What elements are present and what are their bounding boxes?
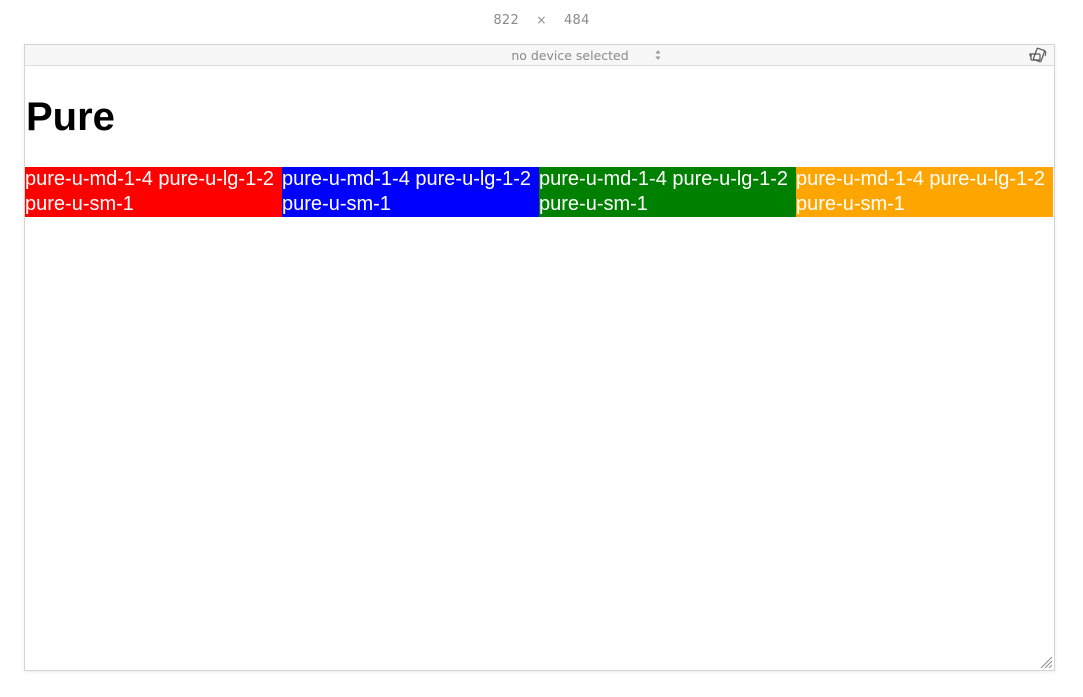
grid-cell-green: pure-u-md-1-4 pure-u-lg-1-2 pure-u-sm-1 [539, 167, 796, 217]
viewport-dimensions: 822 × 484 [0, 13, 1083, 28]
grid-cell-class-text: pure-u-sm-1 [25, 192, 134, 215]
grid-cell-class-text: pure-u-sm-1 [282, 192, 391, 215]
page-viewport: Pure pure-u-md-1-4 pure-u-lg-1-2 pure-u-… [25, 66, 1054, 670]
device-select-label: no device selected [511, 48, 629, 63]
grid-cell-class-text: pure-u-md-1-4 pure-u-lg-1-2 [539, 168, 788, 190]
grid-cell-orange: pure-u-md-1-4 pure-u-lg-1-2 pure-u-sm-1 [796, 167, 1053, 217]
rotate-device-icon[interactable] [1028, 47, 1048, 64]
grid-cell-red: pure-u-md-1-4 pure-u-lg-1-2 pure-u-sm-1 [25, 167, 282, 217]
grid-cell-class-text: pure-u-md-1-4 pure-u-lg-1-2 [796, 168, 1045, 190]
grid-cell-class-text: pure-u-md-1-4 pure-u-lg-1-2 [282, 168, 531, 190]
dimension-separator: × [536, 13, 547, 27]
grid-cell-class-text: pure-u-sm-1 [539, 192, 648, 215]
page-title: Pure [26, 95, 115, 139]
viewport-height[interactable]: 484 [564, 13, 604, 28]
responsive-frame: no device selected Pure pure-u-md-1-4 pu… [24, 44, 1055, 671]
resize-grip-icon[interactable] [1039, 655, 1053, 669]
grid-cell-class-text: pure-u-sm-1 [796, 192, 905, 215]
responsive-toolbar: no device selected [25, 45, 1054, 66]
grid-cell-class-text: pure-u-md-1-4 pure-u-lg-1-2 [25, 168, 274, 190]
select-arrows-icon [655, 50, 661, 60]
device-select[interactable]: no device selected [479, 47, 661, 64]
pure-grid: pure-u-md-1-4 pure-u-lg-1-2 pure-u-sm-1 … [25, 167, 1053, 217]
viewport-width[interactable]: 822 [479, 13, 519, 28]
grid-cell-blue: pure-u-md-1-4 pure-u-lg-1-2 pure-u-sm-1 [282, 167, 539, 217]
